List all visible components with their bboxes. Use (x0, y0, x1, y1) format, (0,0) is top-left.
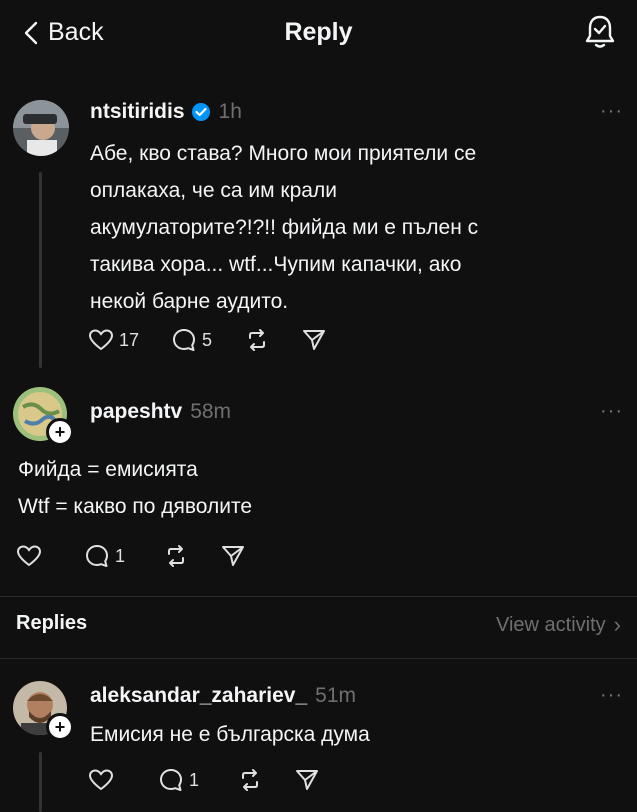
like-button[interactable]: 17 (88, 328, 139, 352)
heart-icon (88, 328, 114, 352)
thread-line (39, 172, 42, 368)
comment-icon (171, 327, 197, 353)
reply-post-text: Фийда = емисията Wtf = какво по дяволите (18, 451, 618, 525)
comment-text: Емисия не е българска дума (90, 723, 370, 746)
post-text-line: оплакаха, че са им крали (90, 179, 337, 202)
send-icon (295, 768, 319, 792)
post-text-line: такива хора... wtf...Чупим капачки, ако (90, 253, 462, 276)
notification-bell-icon[interactable] (585, 14, 615, 50)
comment-time: 51m (315, 684, 357, 707)
repost-icon (244, 328, 270, 352)
post-text-line: акумулаторите?!?!! фийда ми е пълен с (90, 216, 479, 239)
section-divider (0, 658, 637, 659)
page-title: Reply (284, 18, 353, 46)
repost-button[interactable] (244, 328, 270, 352)
follow-button[interactable]: + (46, 713, 74, 741)
repost-icon (163, 544, 189, 568)
chevron-right-icon: › (613, 612, 621, 637)
share-button[interactable] (295, 768, 319, 792)
post-header: ntsitiridis 1h (90, 100, 242, 124)
post-username[interactable]: ntsitiridis (90, 100, 185, 124)
comment-button[interactable]: 1 (158, 767, 199, 793)
comment-header: aleksandar_zahariev_ 51m (90, 684, 356, 708)
view-activity-link[interactable]: View activity › (496, 612, 621, 638)
replies-title: Replies (16, 612, 88, 634)
share-button[interactable] (221, 544, 245, 568)
reply-count: 1 (115, 545, 126, 566)
comment-button[interactable]: 1 (84, 543, 125, 569)
post-text-line: некой барне аудито. (90, 290, 289, 313)
more-options-button[interactable]: ··· (600, 400, 623, 423)
heart-icon (16, 544, 42, 568)
repost-icon (237, 768, 263, 792)
more-options-button[interactable]: ··· (600, 100, 623, 123)
comment-actions: 1 (88, 767, 319, 793)
send-icon (221, 544, 245, 568)
comment-icon (84, 543, 110, 569)
reply-post-actions: 1 (16, 543, 245, 569)
section-divider (0, 596, 637, 597)
view-activity-label: View activity (496, 613, 606, 636)
post-text: Абе, кво става? Много мои приятели се оп… (90, 135, 610, 320)
reply-post-text-line: Wtf = какво по дяволите (18, 495, 253, 518)
reply-count: 5 (202, 329, 213, 350)
verified-badge-icon (191, 102, 211, 122)
like-button[interactable] (16, 544, 42, 568)
avatar[interactable] (13, 100, 69, 156)
follow-button[interactable]: + (46, 418, 74, 446)
like-count: 17 (119, 329, 140, 350)
share-button[interactable] (302, 328, 326, 352)
reply-post-text-line: Фийда = емисията (18, 458, 198, 481)
reply-post-time: 58m (190, 400, 232, 423)
more-options-button[interactable]: ··· (600, 684, 623, 707)
post-actions: 17 5 (88, 327, 326, 353)
post-time: 1h (218, 100, 242, 123)
heart-icon (88, 768, 114, 792)
comment-button[interactable]: 5 (171, 327, 212, 353)
comment-username[interactable]: aleksandar_zahariev_ (90, 684, 307, 708)
comment-icon (158, 767, 184, 793)
reply-post-username[interactable]: papeshtv (90, 400, 182, 424)
thread-line (39, 752, 42, 812)
post-text-line: Абе, кво става? Много мои приятели се (90, 142, 477, 165)
reply-post-header: papeshtv 58m (90, 400, 231, 424)
reply-count: 1 (189, 769, 200, 790)
send-icon (302, 328, 326, 352)
repost-button[interactable] (237, 768, 263, 792)
like-button[interactable] (88, 768, 114, 792)
repost-button[interactable] (163, 544, 189, 568)
